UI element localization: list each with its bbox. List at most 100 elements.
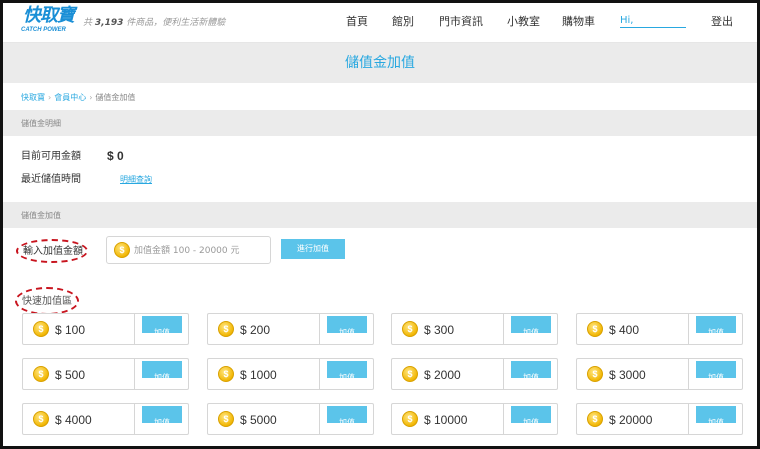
title-bar: 儲值金加值	[3, 43, 757, 83]
quick-amount: $ 5000	[240, 413, 277, 427]
quick-topup-button-label: 加值	[154, 328, 170, 333]
coin-icon: $	[402, 321, 418, 337]
card-divider	[319, 404, 320, 434]
quick-topup-card[interactable]: $ $ 20000 加值	[576, 403, 743, 435]
quick-topup-button-label: 加值	[339, 328, 355, 333]
quick-amount: $ 100	[55, 323, 86, 337]
quick-amount: $ 300	[424, 323, 455, 337]
quick-topup-button-label: 加值	[523, 373, 539, 378]
quick-topup-card[interactable]: $ $ 400 加值	[576, 313, 743, 345]
page-frame: 快取寶 CATCH POWER 共 3,193 件商品，便利生活新體驗 首頁 館…	[0, 0, 760, 449]
quick-topup-button[interactable]: 加值	[696, 361, 736, 378]
quick-topup-card[interactable]: $ $ 1000 加值	[207, 358, 374, 390]
logout-link[interactable]: 登出	[711, 15, 733, 29]
card-divider	[688, 404, 689, 434]
tagline: 共 3,193 件商品，便利生活新體驗	[83, 17, 225, 29]
quick-amount: $ 1000	[240, 368, 277, 382]
quick-amount: $ 10000	[424, 413, 468, 427]
quick-topup-button-label: 加值	[523, 418, 539, 423]
details-section-head: 儲值金明細	[3, 110, 757, 136]
quick-topup-card[interactable]: $ $ 4000 加值	[22, 403, 189, 435]
user-greeting[interactable]: Hi,	[620, 15, 686, 28]
quick-topup-button[interactable]: 加值	[327, 361, 367, 378]
submit-topup-button[interactable]: 進行加值	[281, 239, 345, 259]
card-divider	[503, 314, 504, 344]
quick-topup-button-label: 加值	[708, 373, 724, 378]
coin-icon: $	[218, 366, 234, 382]
coin-icon: $	[114, 242, 130, 258]
quick-topup-label: 快速加值區	[22, 296, 72, 307]
quick-topup-card[interactable]: $ $ 10000 加值	[391, 403, 558, 435]
quick-amount: $ 3000	[609, 368, 646, 382]
coin-icon: $	[587, 411, 603, 427]
coin-icon: $	[402, 411, 418, 427]
quick-amount: $ 2000	[424, 368, 461, 382]
breadcrumb-member-center[interactable]: 會員中心	[54, 93, 86, 102]
coin-icon: $	[33, 366, 49, 382]
quick-topup-button[interactable]: 加值	[142, 361, 182, 378]
quick-topup-card[interactable]: $ $ 300 加值	[391, 313, 558, 345]
nav-home[interactable]: 首頁	[346, 15, 368, 29]
card-divider	[688, 359, 689, 389]
card-divider	[134, 359, 135, 389]
quick-amount: $ 200	[240, 323, 271, 337]
coin-icon: $	[33, 411, 49, 427]
details-heading: 儲值金明細	[21, 119, 61, 128]
nav-store-info[interactable]: 門市資訊	[439, 15, 483, 29]
history-link[interactable]: 明細查詢	[120, 174, 152, 185]
tagline-suffix: 件商品，便利生活新體驗	[126, 18, 226, 28]
quick-topup-button[interactable]: 加值	[511, 316, 551, 333]
quick-topup-card[interactable]: $ $ 5000 加值	[207, 403, 374, 435]
quick-topup-button-label: 加值	[523, 328, 539, 333]
breadcrumb-home[interactable]: 快取寶	[21, 93, 45, 102]
balance-value: $ 0	[107, 149, 124, 163]
quick-topup-card[interactable]: $ $ 2000 加值	[391, 358, 558, 390]
quick-topup-button[interactable]: 加值	[696, 316, 736, 333]
quick-topup-card[interactable]: $ $ 200 加值	[207, 313, 374, 345]
topup-section-head: 儲值金加值	[3, 202, 757, 228]
balance-label: 目前可用金額	[21, 151, 81, 162]
quick-topup-button[interactable]: 加值	[511, 361, 551, 378]
card-divider	[134, 404, 135, 434]
quick-topup-button[interactable]: 加值	[511, 406, 551, 423]
quick-topup-button[interactable]: 加值	[696, 406, 736, 423]
nav-categories[interactable]: 館別	[392, 15, 414, 29]
product-count: 3,193	[94, 18, 124, 28]
topup-heading: 儲值金加值	[21, 211, 61, 220]
nav-cart[interactable]: 購物車	[562, 15, 595, 29]
quick-amount: $ 20000	[609, 413, 653, 427]
logo-text: 快取寶	[23, 5, 75, 26]
quick-topup-button[interactable]: 加值	[142, 406, 182, 423]
quick-topup-button-label: 加值	[339, 418, 355, 423]
coin-icon: $	[218, 411, 234, 427]
quick-amount: $ 400	[609, 323, 640, 337]
quick-amount: $ 500	[55, 368, 86, 382]
quick-topup-button-label: 加值	[339, 373, 355, 378]
logo-subtext: CATCH POWER	[21, 27, 66, 33]
quick-topup-card[interactable]: $ $ 3000 加值	[576, 358, 743, 390]
card-divider	[134, 314, 135, 344]
site-logo[interactable]: 快取寶 CATCH POWER	[19, 6, 79, 38]
nav-classroom[interactable]: 小教室	[507, 15, 540, 29]
card-divider	[503, 404, 504, 434]
quick-topup-button[interactable]: 加值	[327, 406, 367, 423]
coin-icon: $	[402, 366, 418, 382]
quick-topup-button-label: 加值	[708, 328, 724, 333]
quick-topup-card[interactable]: $ $ 100 加值	[22, 313, 189, 345]
quick-topup-button-label: 加值	[708, 418, 724, 423]
quick-topup-button[interactable]: 加值	[327, 316, 367, 333]
amount-label: 輸入加值金額	[23, 246, 83, 257]
coin-icon: $	[587, 366, 603, 382]
quick-topup-card[interactable]: $ $ 500 加值	[22, 358, 189, 390]
quick-amount: $ 4000	[55, 413, 92, 427]
card-divider	[503, 359, 504, 389]
quick-topup-button-label: 加值	[154, 373, 170, 378]
amount-field[interactable]: $	[106, 236, 271, 264]
tagline-prefix: 共	[83, 18, 93, 28]
coin-icon: $	[33, 321, 49, 337]
recent-topup-label: 最近儲值時間	[21, 174, 81, 185]
breadcrumb: 快取寶 › 會員中心 › 儲值金加值	[21, 92, 135, 103]
quick-topup-button[interactable]: 加值	[142, 316, 182, 333]
amount-input[interactable]	[134, 244, 268, 258]
site-header: 快取寶 CATCH POWER 共 3,193 件商品，便利生活新體驗 首頁 館…	[3, 3, 757, 43]
